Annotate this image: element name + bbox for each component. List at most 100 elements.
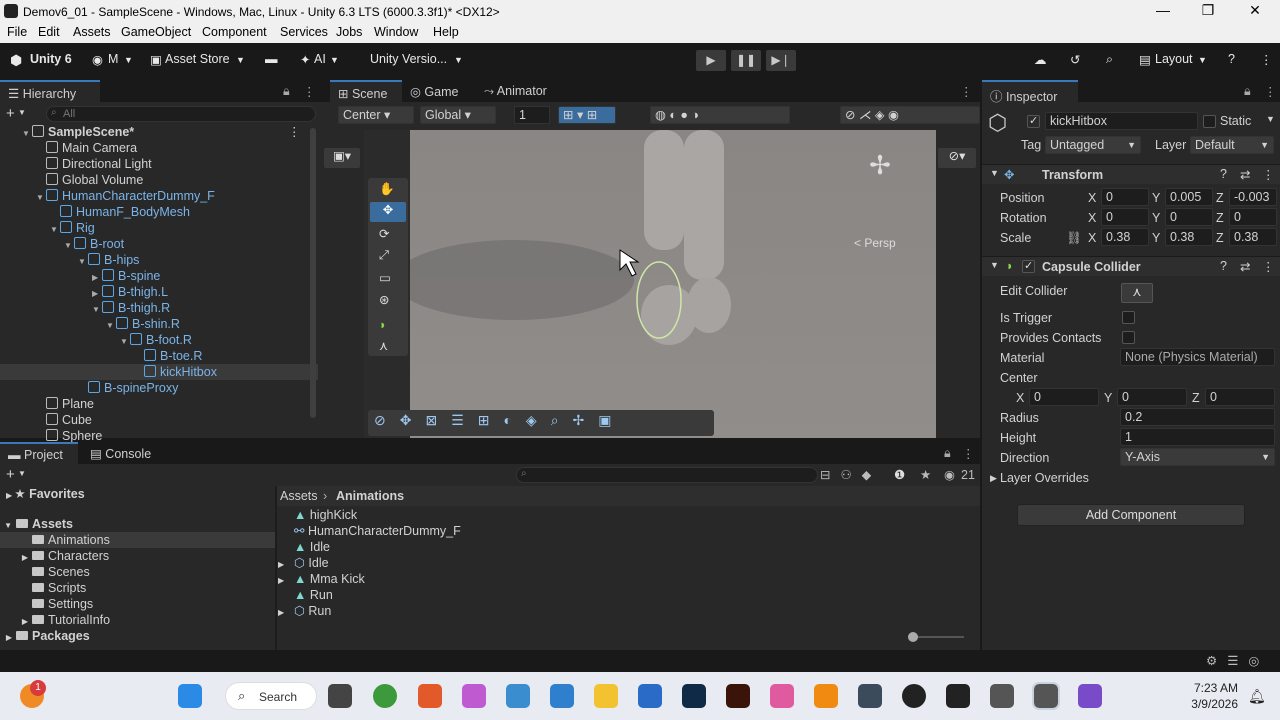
pointer-app-icon[interactable] [946, 684, 970, 708]
collider-tool-icon[interactable]: ◗ [379, 318, 387, 332]
hierarchy-row[interactable]: Plane [0, 396, 318, 412]
product-name[interactable]: Unity 6 [30, 52, 72, 66]
tag-dropdown[interactable]: Untagged ▼ [1045, 136, 1141, 154]
lock-icon[interactable]: 🔒︎ [1244, 84, 1251, 99]
scale-x-input[interactable]: 0.38 [1101, 228, 1149, 246]
filter-icons[interactable]: ⊟⚇◆ [820, 467, 881, 482]
menu-edit[interactable]: Edit [38, 25, 60, 39]
rotation-x-input[interactable]: 0 [1101, 208, 1149, 226]
folder-4[interactable]: Settings [0, 596, 275, 612]
hierarchy-row[interactable]: ▼ HumanCharacterDummy_F [0, 188, 318, 204]
asset-item[interactable]: ▶ ⬡ Run [278, 603, 331, 621]
hierarchy-row[interactable]: ▼ B-hips [0, 252, 318, 268]
rotate-tool-icon[interactable]: ⟳ [379, 226, 389, 241]
camera-icon[interactable]: ▣▾ [324, 148, 360, 168]
tab-animator[interactable]: ⤳ Animator [476, 80, 576, 102]
hand-tool-icon[interactable]: ✋ [379, 182, 395, 197]
edit-collider-tool-icon[interactable]: ⋏ [379, 338, 388, 353]
package-icon[interactable]: ▬ [265, 52, 278, 66]
notification-bell-icon[interactable]: 🔔︎ [1248, 688, 1266, 705]
menu-assets[interactable]: Assets [73, 25, 111, 39]
layer-dropdown[interactable]: Default ▼ [1190, 136, 1274, 154]
layer-overrides-label[interactable]: Layer Overrides [1000, 471, 1089, 485]
menu-services[interactable]: Services [280, 25, 328, 39]
history-icon[interactable]: ↺ [1070, 52, 1080, 67]
hierarchy-row[interactable]: HumanF_BodyMesh [0, 204, 318, 220]
add-component-button[interactable]: Add Component [1017, 504, 1245, 526]
account-button[interactable]: M [108, 52, 118, 66]
illustrator-icon[interactable] [726, 684, 750, 708]
chevron-right-icon[interactable]: ▶ [278, 605, 294, 621]
more-icon[interactable]: ⋮ [1262, 167, 1275, 182]
preset-icon[interactable]: ⇄ [1240, 259, 1250, 274]
asset-item[interactable]: ⚯ HumanCharacterDummy_F [278, 523, 461, 539]
more-icon[interactable]: ⋮ [288, 124, 301, 140]
layout-dropdown[interactable]: Layout [1155, 52, 1193, 66]
hierarchy-row[interactable]: ▼ Rig [0, 220, 318, 236]
project-search-input[interactable]: ⌕ [516, 467, 818, 483]
clock-time[interactable]: 7:23 AM [1190, 681, 1238, 695]
capsule-collider-header[interactable]: ▼ ◗ ✓ Capsule Collider ? ⇄ ⋮ [982, 256, 1280, 276]
hierarchy-row[interactable]: Cube [0, 412, 318, 428]
more-icon[interactable]: ⋮ [1260, 52, 1273, 67]
step-button[interactable]: ▶❘ [766, 50, 796, 71]
hierarchy-row[interactable]: ▼ SampleScene* ⋮ [0, 124, 318, 140]
version-control-button[interactable]: Unity Versio... [370, 52, 447, 66]
taskbar-search[interactable]: ⌕ Search [225, 682, 317, 710]
menu-gameobject[interactable]: GameObject [121, 25, 191, 39]
orientation-gizmo[interactable]: ✢ [860, 150, 900, 190]
add-icon[interactable]: + [6, 466, 15, 483]
visual-studio-icon[interactable] [1078, 684, 1102, 708]
more-icon[interactable]: ⋮ [1262, 259, 1275, 274]
hierarchy-row[interactable]: ▼ B-thigh.R [0, 300, 318, 316]
scene-viewport[interactable]: < Persp ✢ [364, 130, 936, 438]
hierarchy-row[interactable]: ▶ B-spine [0, 268, 318, 284]
creative-cloud-icon[interactable] [770, 684, 794, 708]
maximize-button[interactable]: ❐ [1193, 2, 1223, 19]
favorites-row[interactable]: ▶ ★ Favorites [6, 486, 85, 504]
rotation-z-input[interactable]: 0 [1229, 208, 1277, 226]
photos-icon[interactable] [506, 684, 530, 708]
hierarchy-row[interactable]: Directional Light [0, 156, 318, 172]
breadcrumb-animations[interactable]: Animations [336, 489, 404, 503]
center-x-input[interactable]: 0 [1029, 388, 1099, 406]
draw-mode-group[interactable]: ◍ ◐ ● ◑ [650, 106, 790, 124]
hierarchy-row[interactable]: Global Volume [0, 172, 318, 188]
packages-folder[interactable]: ▶ Packages [0, 628, 275, 646]
overlay-tools-icon[interactable]: ⊘✥⊠☰⊞◐◈⌕✢▣ [374, 412, 708, 429]
position-x-input[interactable]: 0 [1101, 188, 1149, 206]
tab-project[interactable]: ▬ Project [0, 442, 78, 464]
hierarchy-search-input[interactable]: ⌕ All [46, 106, 316, 122]
brave-icon[interactable] [418, 684, 442, 708]
store-icon[interactable] [638, 684, 662, 708]
more-icon[interactable]: ⋮ [960, 84, 973, 99]
davinci-icon[interactable] [858, 684, 882, 708]
clock-date[interactable]: 3/9/2026 [1186, 697, 1238, 711]
chevron-right-icon[interactable]: ▶ [990, 473, 997, 484]
help-icon[interactable]: ? [1220, 259, 1227, 273]
tab-game[interactable]: ◎ Game [402, 80, 474, 102]
lock-icon[interactable]: 🔒︎ [283, 84, 290, 99]
menu-jobs[interactable]: Jobs [336, 25, 362, 39]
menu-help[interactable]: Help [433, 25, 459, 39]
lock-icon[interactable]: 🔒︎ [944, 446, 951, 461]
tab-scene[interactable]: ⊞ Scene [330, 80, 402, 102]
link-icon[interactable]: ⛓︎ [1066, 231, 1082, 246]
add-icon[interactable]: + [6, 105, 15, 122]
rotation-y-input[interactable]: 0 [1165, 208, 1213, 226]
menu-file[interactable]: File [7, 25, 27, 39]
space-dropdown[interactable]: Global ▾ [420, 106, 496, 124]
star-icon[interactable]: ★ [920, 467, 931, 482]
windows-start-icon[interactable] [178, 684, 202, 708]
folder-3[interactable]: Scripts [0, 580, 275, 596]
edit-collider-button[interactable]: ⋏ [1121, 283, 1153, 303]
hierarchy-row[interactable]: ▼ B-foot.R [0, 332, 318, 348]
pause-button[interactable]: ❚❚ [731, 50, 761, 71]
active-checkbox[interactable]: ✓ [1027, 115, 1040, 128]
provides-contacts-checkbox[interactable] [1122, 331, 1135, 344]
hierarchy-row[interactable]: Main Camera [0, 140, 318, 156]
center-y-input[interactable]: 0 [1117, 388, 1187, 406]
transform-tool-icon[interactable]: ⊛ [379, 292, 389, 307]
task-view-icon[interactable] [328, 684, 352, 708]
more-icon[interactable]: ⋮ [962, 446, 975, 461]
